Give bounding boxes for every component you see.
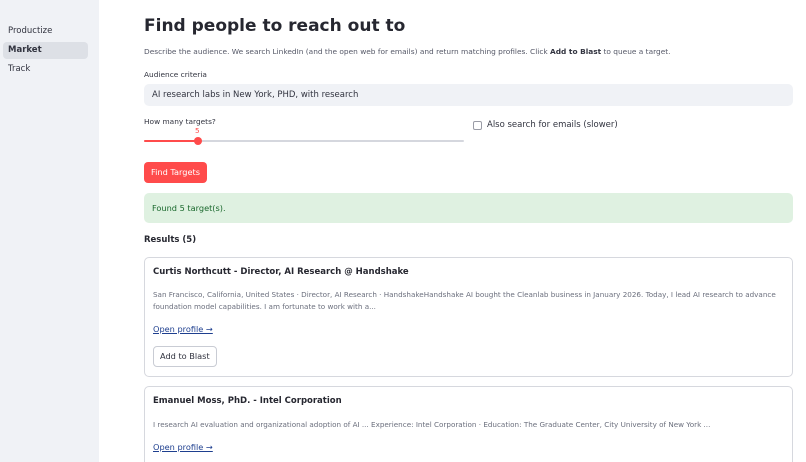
sidebar-item-market[interactable]: Market	[3, 42, 88, 59]
slider-thumb[interactable]	[194, 137, 202, 145]
targets-label: How many targets?	[144, 117, 216, 126]
open-profile-link[interactable]: Open profile →	[153, 442, 213, 452]
result-title: Curtis Northcutt - Director, AI Research…	[153, 267, 409, 277]
description-text: Describe the audience. We search LinkedI…	[144, 47, 551, 56]
description-text-end: to queue a target.	[601, 47, 671, 56]
criteria-label: Audience criteria	[144, 70, 207, 79]
success-alert: Found 5 target(s).	[144, 193, 793, 223]
main-content: Find people to reach out to Describe the…	[99, 0, 806, 462]
result-snippet: San Francisco, California, United States…	[153, 290, 776, 311]
open-profile-link[interactable]: Open profile →	[153, 324, 213, 334]
slider-fill	[144, 140, 198, 142]
results-heading: Results (5)	[144, 235, 197, 245]
sidebar: Productize Market Track	[0, 0, 99, 462]
audience-criteria-input[interactable]	[144, 84, 793, 106]
find-targets-button[interactable]: Find Targets	[144, 162, 207, 183]
targets-slider[interactable]: 5	[144, 126, 464, 148]
emails-checkbox[interactable]	[473, 121, 482, 130]
result-title: Emanuel Moss, PhD. - Intel Corporation	[153, 396, 342, 406]
result-snippet: I research AI evaluation and organizatio…	[153, 420, 711, 429]
description-emphasis: Add to Blast	[550, 47, 602, 56]
slider-value: 5	[195, 126, 200, 135]
page-title: Find people to reach out to	[144, 16, 406, 36]
sidebar-item-track[interactable]: Track	[3, 61, 88, 78]
emails-checkbox-label[interactable]: Also search for emails (slower)	[487, 120, 618, 130]
result-card: Emanuel Moss, PhD. - Intel Corporation I…	[144, 386, 793, 462]
result-card: Curtis Northcutt - Director, AI Research…	[144, 257, 793, 377]
add-to-blast-button[interactable]: Add to Blast	[153, 346, 217, 367]
sidebar-item-productize[interactable]: Productize	[3, 23, 88, 40]
page-description: Describe the audience. We search LinkedI…	[144, 47, 671, 56]
slider-track[interactable]	[144, 140, 464, 142]
